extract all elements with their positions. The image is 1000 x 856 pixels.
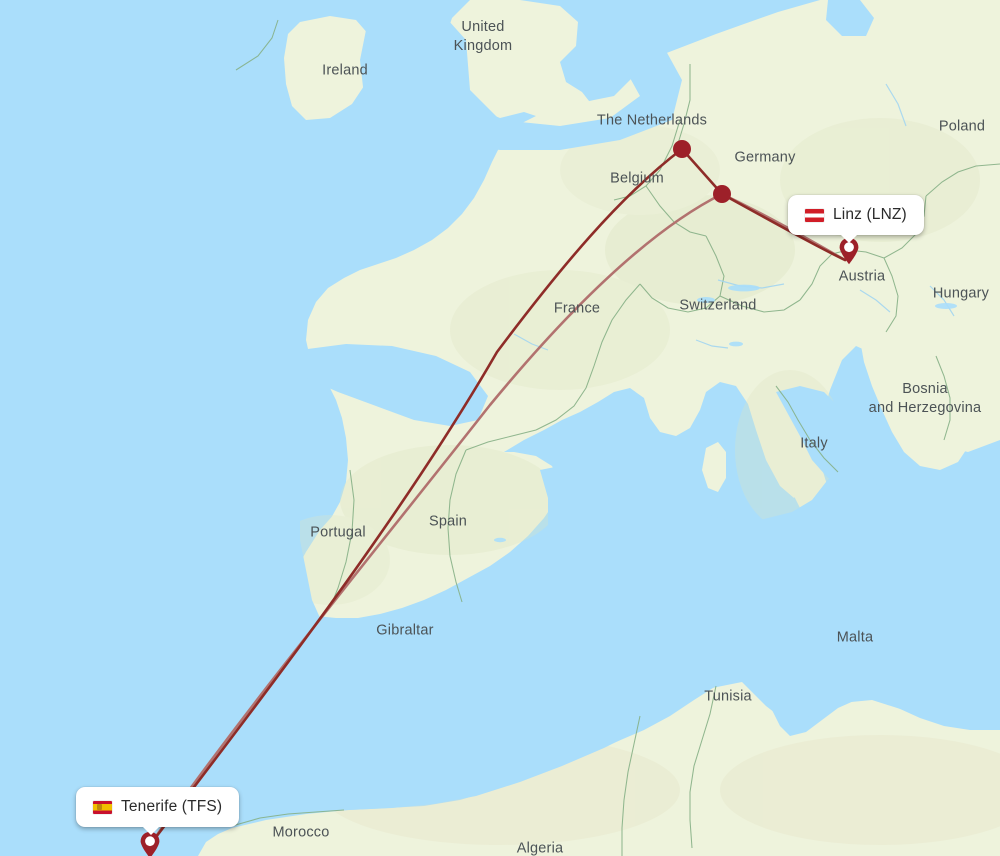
airport-callout-lnz[interactable]: Linz (LNZ) [788, 195, 924, 243]
airport-callout-tfs[interactable]: Tenerife (TFS) [76, 787, 240, 835]
airport-label-tfs: Tenerife (TFS) [121, 798, 223, 815]
callout-tip [840, 234, 858, 243]
map-canvas [0, 0, 1000, 856]
flight-route-map[interactable]: Ireland United Kingdom The Netherlands Belg… [0, 0, 1000, 856]
callout-tip [142, 826, 160, 835]
spain-flag-icon [93, 800, 112, 814]
airport-label-lnz: Linz (LNZ) [833, 206, 907, 223]
route-waypoint-1[interactable] [673, 140, 691, 158]
austria-flag-icon [805, 208, 824, 222]
route-waypoint-2[interactable] [713, 185, 731, 203]
